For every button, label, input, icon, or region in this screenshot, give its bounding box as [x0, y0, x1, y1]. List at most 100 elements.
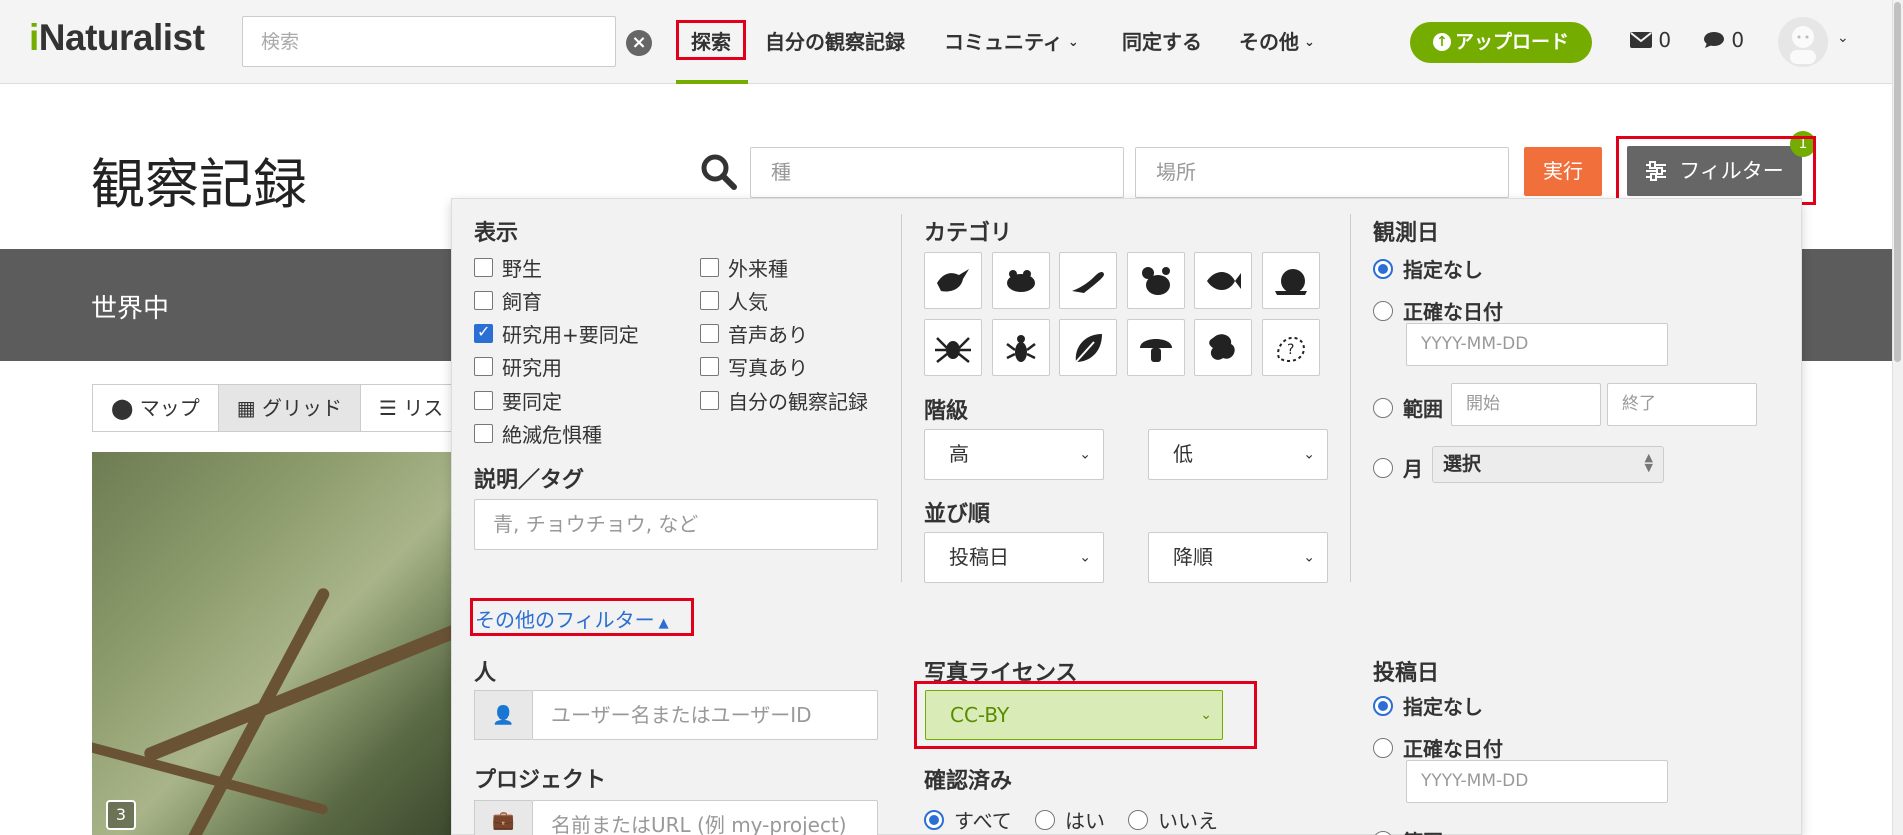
- clear-search-icon[interactable]: ×: [626, 30, 652, 56]
- species-input[interactable]: 種: [750, 147, 1124, 198]
- created-date-input[interactable]: YYYY-MM-DD: [1406, 760, 1668, 803]
- category-mammals-button[interactable]: [1126, 252, 1185, 309]
- tab-list[interactable]: ☰ リス: [360, 384, 463, 432]
- observed-end-input[interactable]: 終了: [1607, 383, 1757, 426]
- user-avatar[interactable]: [1778, 17, 1828, 67]
- more-filters-label: その他のフィルター: [475, 608, 655, 632]
- nav-more[interactable]: その他 ⌄: [1239, 26, 1315, 55]
- checkbox-label: 人気: [728, 290, 768, 314]
- checkbox-box: [700, 324, 719, 343]
- nav-my-observations[interactable]: 自分の観察記録: [765, 26, 905, 55]
- envelope-icon: [1630, 32, 1652, 48]
- nav-identify[interactable]: 同定する: [1122, 26, 1202, 55]
- chevron-down-icon[interactable]: ⌄: [1837, 30, 1849, 46]
- tab-grid[interactable]: ▦ グリッド: [217, 384, 362, 432]
- checkbox-research[interactable]: 研究用: [474, 352, 562, 381]
- checkbox-label: 飼育: [502, 290, 542, 314]
- created-exact-radio[interactable]: 正確な日付: [1373, 733, 1503, 762]
- list-icon: ☰: [379, 396, 397, 420]
- category-mollusks-button[interactable]: [1261, 252, 1320, 309]
- category-amphibians-button[interactable]: [991, 252, 1050, 309]
- rank-high-select[interactable]: 高 ⌄: [924, 429, 1104, 480]
- category-birds-button[interactable]: [924, 252, 982, 309]
- birds-icon: [937, 268, 969, 291]
- checkbox-wild[interactable]: 野生: [474, 253, 542, 282]
- created-range-radio[interactable]: 範囲: [1373, 826, 1443, 835]
- checkbox-research-needs-id[interactable]: 研究用+要同定: [474, 319, 639, 348]
- checkbox-introduced[interactable]: 外来種: [700, 253, 788, 282]
- created-any-radio[interactable]: 指定なし: [1373, 691, 1483, 720]
- sort-by-value: 投稿日: [949, 545, 1009, 569]
- observed-any-radio[interactable]: 指定なし: [1373, 254, 1483, 283]
- upload-button[interactable]: ↑ アップロード: [1410, 22, 1592, 63]
- category-insects-button[interactable]: [991, 319, 1050, 376]
- description-tags-input[interactable]: 青, チョウチョウ, など: [474, 499, 878, 550]
- chevron-down-icon: ⌄: [1304, 35, 1315, 50]
- checkbox-label: 野生: [502, 257, 542, 281]
- radio-dot: [1373, 397, 1393, 418]
- checkbox-has-photos[interactable]: 写真あり: [700, 352, 808, 381]
- category-unknown-button[interactable]: ?: [1261, 319, 1320, 376]
- checkbox-box: [474, 258, 493, 277]
- radio-dot-selected: [1373, 695, 1393, 716]
- observation-photo[interactable]: [92, 452, 452, 835]
- observed-date-input[interactable]: YYYY-MM-DD: [1406, 323, 1668, 366]
- reviewed-yes-radio[interactable]: はい: [1035, 805, 1105, 834]
- checkbox-captive[interactable]: 飼育: [474, 286, 542, 315]
- observed-month-radio[interactable]: 月: [1373, 453, 1423, 482]
- reviewed-all-radio[interactable]: すべて: [924, 805, 1012, 834]
- arachnids-icon: [935, 336, 971, 363]
- radio-dot-selected: [1373, 258, 1393, 279]
- photo-license-value: CC-BY: [950, 703, 1010, 727]
- project-input[interactable]: 名前またはURL (例 my-project): [532, 800, 878, 835]
- filters-button[interactable]: フィルター: [1627, 146, 1802, 196]
- chevron-down-icon: ⌄: [1079, 446, 1091, 462]
- observed-start-input[interactable]: 開始: [1451, 383, 1601, 426]
- radio-label: 指定なし: [1403, 695, 1483, 719]
- site-logo[interactable]: iNaturalist: [29, 17, 205, 59]
- checkbox-has-sounds[interactable]: 音声あり: [700, 319, 808, 348]
- chevron-down-icon: ⌄: [1200, 707, 1212, 723]
- speech-bubble-icon: [1704, 32, 1724, 48]
- checkbox-box-checked: [474, 322, 493, 343]
- nav-community[interactable]: コミュニティ ⌄: [944, 26, 1079, 55]
- mammals-icon: [1141, 266, 1170, 295]
- active-nav-underline: [676, 80, 748, 84]
- category-arachnids-button[interactable]: [924, 319, 982, 376]
- checkbox-popular[interactable]: 人気: [700, 286, 768, 315]
- comments-count: 0: [1731, 28, 1745, 52]
- checkbox-threatened[interactable]: 絶滅危惧種: [474, 419, 602, 448]
- site-search-input[interactable]: [242, 16, 616, 67]
- photo-license-title: 写真ライセンス: [924, 661, 1078, 686]
- protozoa-icon: [1209, 333, 1235, 360]
- column-divider: [901, 214, 902, 582]
- messages-counter[interactable]: 0: [1630, 28, 1671, 52]
- photo-license-select[interactable]: CC-BY ⌄: [925, 690, 1223, 740]
- more-filters-toggle[interactable]: その他のフィルター ▲: [475, 604, 669, 633]
- observed-range-radio[interactable]: 範囲: [1373, 393, 1443, 422]
- category-protozoa-button[interactable]: [1194, 319, 1252, 376]
- month-select[interactable]: 選択 ▲ ▼: [1432, 446, 1664, 483]
- sort-order-select[interactable]: 降順 ⌄: [1148, 532, 1328, 583]
- scrollbar-thumb[interactable]: [1894, 2, 1901, 362]
- checkbox-needs-id[interactable]: 要同定: [474, 386, 562, 415]
- category-fungi-button[interactable]: [1126, 319, 1185, 376]
- category-reptiles-button[interactable]: [1059, 252, 1117, 309]
- reviewed-no-radio[interactable]: いいえ: [1128, 805, 1218, 834]
- checkbox-box: [474, 391, 493, 410]
- person-input[interactable]: ユーザー名またはユーザーID: [532, 690, 878, 740]
- category-plants-button[interactable]: [1059, 319, 1117, 376]
- sort-by-select[interactable]: 投稿日 ⌄: [924, 532, 1104, 583]
- nav-explore[interactable]: 探索: [691, 26, 731, 55]
- comments-counter[interactable]: 0: [1703, 28, 1744, 52]
- category-fish-button[interactable]: [1194, 252, 1252, 309]
- place-input[interactable]: 場所: [1135, 147, 1509, 198]
- default-avatar-icon: [1790, 26, 1816, 64]
- radio-label: 範囲: [1403, 397, 1443, 421]
- checkbox-my-observations[interactable]: 自分の観察記録: [700, 386, 868, 415]
- tab-map[interactable]: ⬤ マップ: [92, 384, 219, 432]
- go-button[interactable]: 実行: [1524, 147, 1602, 196]
- rank-low-select[interactable]: 低 ⌄: [1148, 429, 1328, 480]
- observed-exact-radio[interactable]: 正確な日付: [1373, 296, 1503, 325]
- checkbox-box: [700, 391, 719, 410]
